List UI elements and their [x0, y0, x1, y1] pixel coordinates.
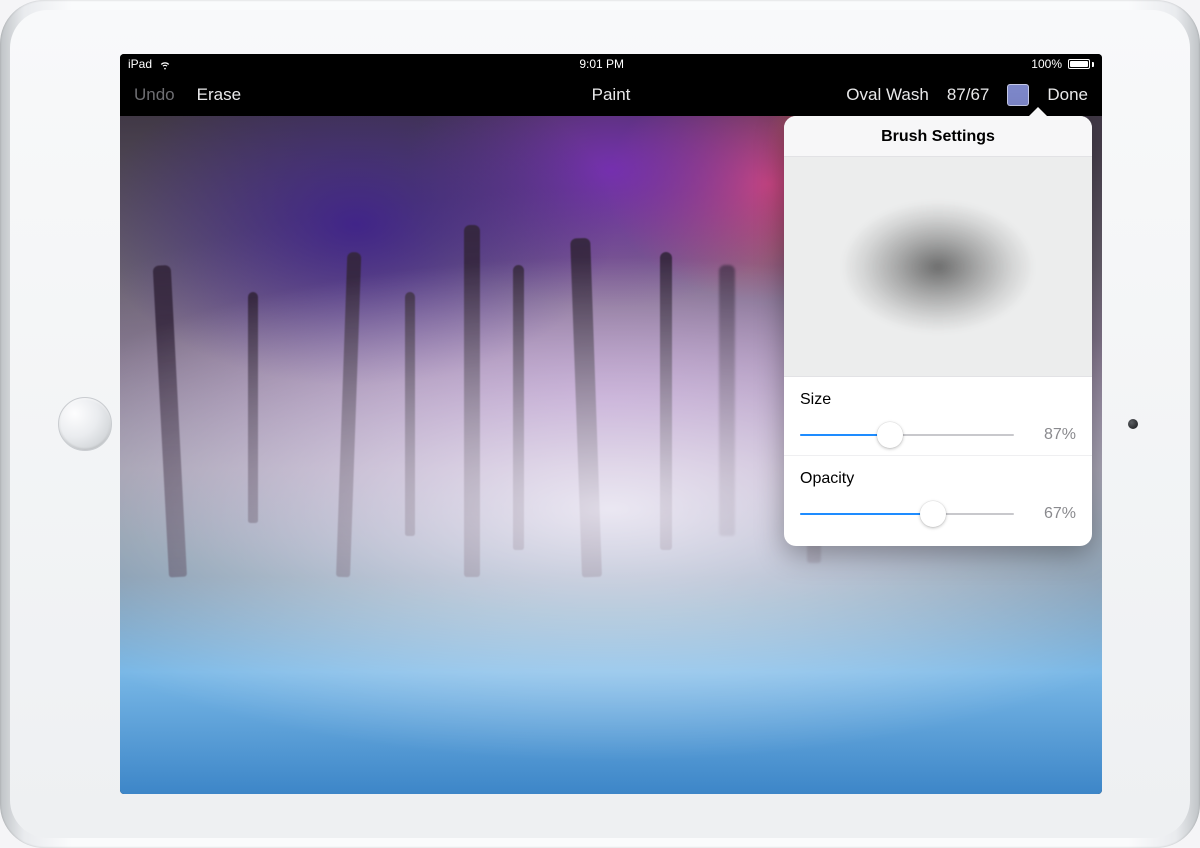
- home-button[interactable]: [58, 397, 112, 451]
- app-title: Paint: [592, 85, 631, 105]
- size-value: 87%: [1028, 426, 1076, 444]
- toolbar: Undo Erase Paint Oval Wash 87/67 Done: [120, 74, 1102, 116]
- brush-preview: [784, 157, 1092, 377]
- undo-button[interactable]: Undo: [134, 85, 175, 105]
- brush-stats-button[interactable]: 87/67: [947, 85, 990, 105]
- size-slider[interactable]: [800, 421, 1014, 449]
- wifi-icon: [158, 57, 172, 71]
- status-bar: iPad 9:01 PM 100%: [120, 54, 1102, 74]
- color-swatch[interactable]: [1007, 84, 1029, 106]
- front-camera: [1128, 419, 1138, 429]
- ipad-frame: iPad 9:01 PM 100% Undo Erase: [0, 0, 1200, 848]
- popover-title: Brush Settings: [784, 116, 1092, 157]
- done-button[interactable]: Done: [1047, 85, 1088, 105]
- erase-button[interactable]: Erase: [197, 85, 241, 105]
- brush-preview-stroke: [843, 202, 1033, 332]
- size-label: Size: [800, 391, 1076, 409]
- status-time: 9:01 PM: [579, 57, 624, 71]
- brush-settings-popover: Brush Settings Size 87%: [784, 116, 1092, 546]
- opacity-slider[interactable]: [800, 500, 1014, 528]
- battery-icon: [1068, 59, 1094, 69]
- opacity-control: Opacity 67%: [784, 456, 1092, 546]
- app-screen: iPad 9:01 PM 100% Undo Erase: [120, 54, 1102, 794]
- opacity-value: 67%: [1028, 505, 1076, 523]
- device-label: iPad: [128, 57, 152, 71]
- size-control: Size 87%: [784, 377, 1092, 456]
- brush-name-button[interactable]: Oval Wash: [846, 85, 929, 105]
- battery-percent: 100%: [1031, 57, 1062, 71]
- opacity-label: Opacity: [800, 470, 1076, 488]
